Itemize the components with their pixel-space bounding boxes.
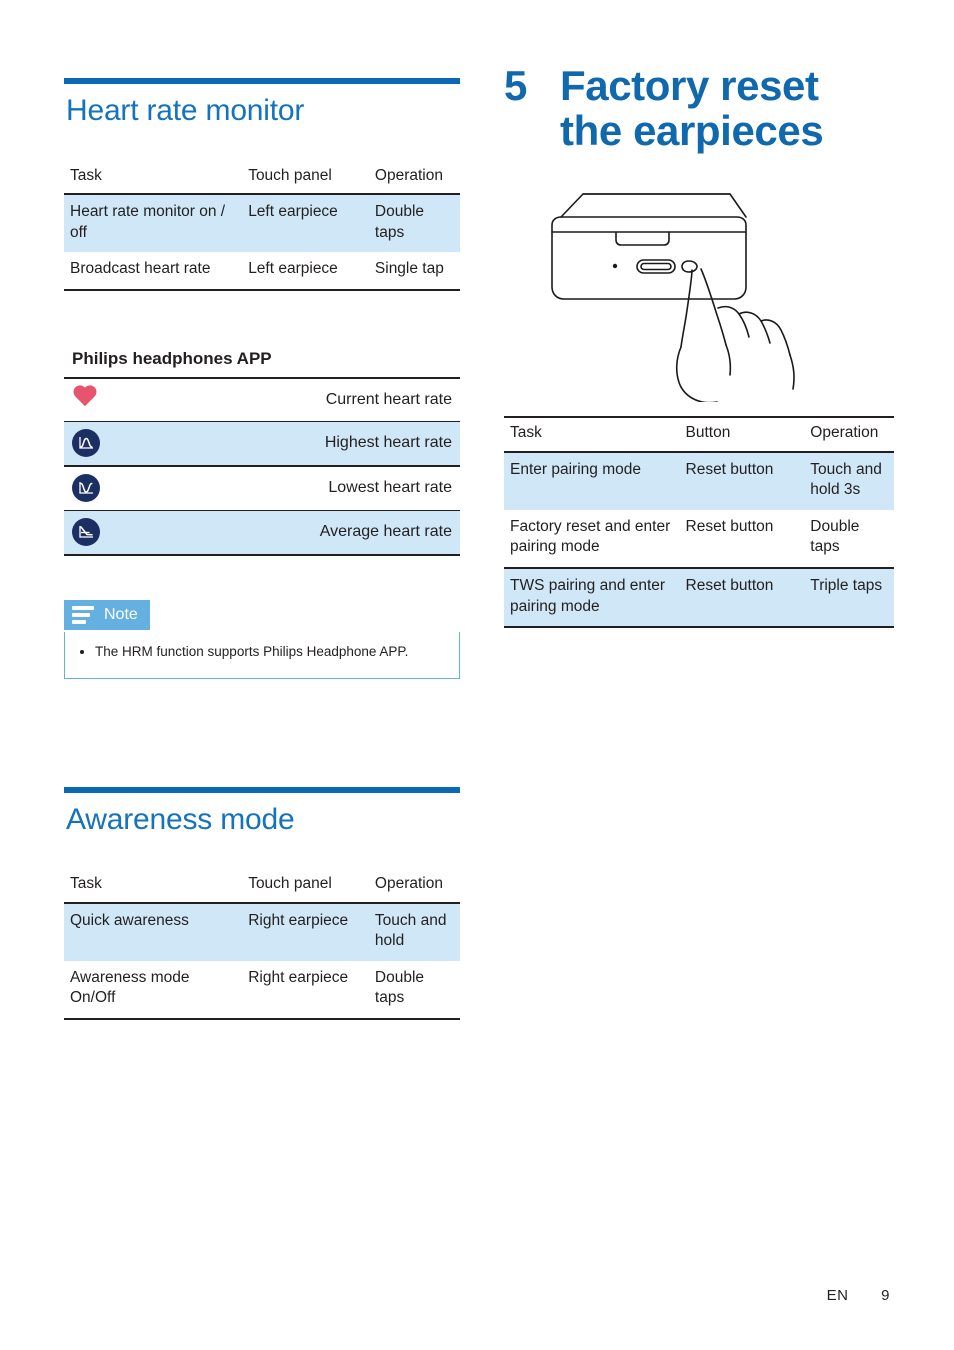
list-item: Average heart rate xyxy=(64,510,460,555)
cell-task: Broadcast heart rate xyxy=(70,260,211,278)
cell-operation: Double taps xyxy=(810,517,860,556)
metric-label: Average heart rate xyxy=(319,523,452,541)
table-row: TWS pairing and enter pairing mode Reset… xyxy=(504,568,894,628)
cell-task: Awareness mode On/Off xyxy=(70,968,190,1007)
metric-label: Highest heart rate xyxy=(324,434,452,452)
note-content: The HRM function supports Philips Headph… xyxy=(64,631,460,679)
column-header-operation: Operation xyxy=(810,424,879,442)
table-heart-rate-app-metrics: Current heart rate Highest heart rate Lo… xyxy=(64,377,460,556)
cell-operation: Touch and hold 3s xyxy=(810,460,882,499)
section-heart-rate-monitor: Heart rate monitor Task Touch panel Oper… xyxy=(64,78,460,679)
cell-operation: Touch and hold xyxy=(374,911,447,950)
right-column: 5 Factory reset the earpieces Task Butto… xyxy=(504,0,894,628)
column-header-task: Task xyxy=(70,875,102,892)
section-rule xyxy=(64,78,460,84)
table-row: Heart rate monitor on / off Left earpiec… xyxy=(64,194,460,253)
column-header-operation: Operation xyxy=(374,875,443,892)
list-item: Lowest heart rate xyxy=(64,466,460,511)
note-item: The HRM function supports Philips Headph… xyxy=(95,642,445,662)
cell-task: Heart rate monitor on / off xyxy=(70,203,226,241)
cell-button: Reset button xyxy=(685,517,774,535)
subheading-philips-headphones-app: Philips headphones APP xyxy=(72,348,272,368)
table-header-row: Task Touch panel Operation xyxy=(64,161,460,195)
table-row: Factory reset and enter pairing mode Res… xyxy=(504,510,894,568)
table-row: Quick awareness Right earpiece Touch and… xyxy=(64,902,460,961)
cell-task: Quick awareness xyxy=(70,911,189,929)
metric-label: Current heart rate xyxy=(325,390,452,408)
cell-task: TWS pairing and enter pairing mode xyxy=(510,577,666,615)
cell-button: Reset button xyxy=(685,577,774,595)
cell-touchpanel: Right earpiece xyxy=(248,911,349,929)
section-rule xyxy=(64,786,460,793)
page-title-awareness-mode: Awareness mode xyxy=(66,802,295,836)
chapter-title-line2: the earpieces xyxy=(560,106,824,154)
cell-operation: Double taps xyxy=(374,968,425,1007)
table-heart-rate-operations: Task Touch panel Operation Heart rate mo… xyxy=(64,161,460,291)
table-row: Broadcast heart rate Left earpiece Singl… xyxy=(64,252,460,290)
table-awareness-operations: Task Touch panel Operation Quick awarene… xyxy=(64,869,460,1020)
average-curve-icon xyxy=(64,510,150,555)
chapter-heading: 5 Factory reset the earpieces xyxy=(504,62,894,154)
cell-button: Reset button xyxy=(685,460,774,478)
page-footer: EN 9 xyxy=(827,1287,890,1304)
table-row: Awareness mode On/Off Right earpiece Dou… xyxy=(64,961,460,1020)
column-header-task: Task xyxy=(70,166,102,184)
cell-task: Enter pairing mode xyxy=(510,460,641,478)
left-column: Heart rate monitor Task Touch panel Oper… xyxy=(64,78,460,1020)
column-header-operation: Operation xyxy=(374,166,443,184)
section-awareness-mode: Awareness mode Task Touch panel Operatio… xyxy=(64,786,460,1021)
table-row: Enter pairing mode Reset button Touch an… xyxy=(504,451,894,510)
note-label: Note xyxy=(104,605,138,623)
chapter-title-line1: Factory reset xyxy=(560,62,819,109)
column-header-task: Task xyxy=(510,424,542,442)
cell-operation: Double taps xyxy=(374,203,425,241)
heart-icon xyxy=(64,378,150,422)
cell-task: Factory reset and enter pairing mode xyxy=(510,517,671,556)
page-title-heart-rate-monitor: Heart rate monitor xyxy=(66,94,305,127)
table-header-row: Task Button Operation xyxy=(504,417,894,452)
manual-page: Heart rate monitor Task Touch panel Oper… xyxy=(0,0,954,1350)
illustration-factory-reset xyxy=(504,177,894,403)
charging-case-reset-button-finger-press-graphic xyxy=(551,193,795,403)
column-header-touchpanel: Touch panel xyxy=(248,166,332,184)
footer-page-number: 9 xyxy=(881,1287,890,1304)
note-header: Note xyxy=(64,599,150,630)
cell-operation: Single tap xyxy=(374,260,444,278)
peak-curve-icon xyxy=(64,421,150,466)
column-header-touchpanel: Touch panel xyxy=(248,875,332,892)
column-header-button: Button xyxy=(685,424,731,442)
list-item: Highest heart rate xyxy=(64,421,460,466)
list-item: Current heart rate xyxy=(64,377,460,422)
cell-touchpanel: Right earpiece xyxy=(248,968,349,986)
note-box: Note The HRM function supports Philips H… xyxy=(64,599,460,679)
table-header-row: Task Touch panel Operation xyxy=(64,869,460,903)
valley-curve-icon xyxy=(64,466,150,511)
cell-touchpanel: Left earpiece xyxy=(248,260,338,278)
footer-language: EN xyxy=(826,1287,849,1304)
metric-label: Lowest heart rate xyxy=(328,479,452,497)
cell-touchpanel: Left earpiece xyxy=(248,203,338,221)
cell-operation: Triple taps xyxy=(810,577,883,595)
note-icon xyxy=(72,603,94,627)
table-factory-reset-operations: Task Button Operation Enter pairing mode… xyxy=(504,416,894,628)
chapter-number: 5 xyxy=(504,62,528,109)
